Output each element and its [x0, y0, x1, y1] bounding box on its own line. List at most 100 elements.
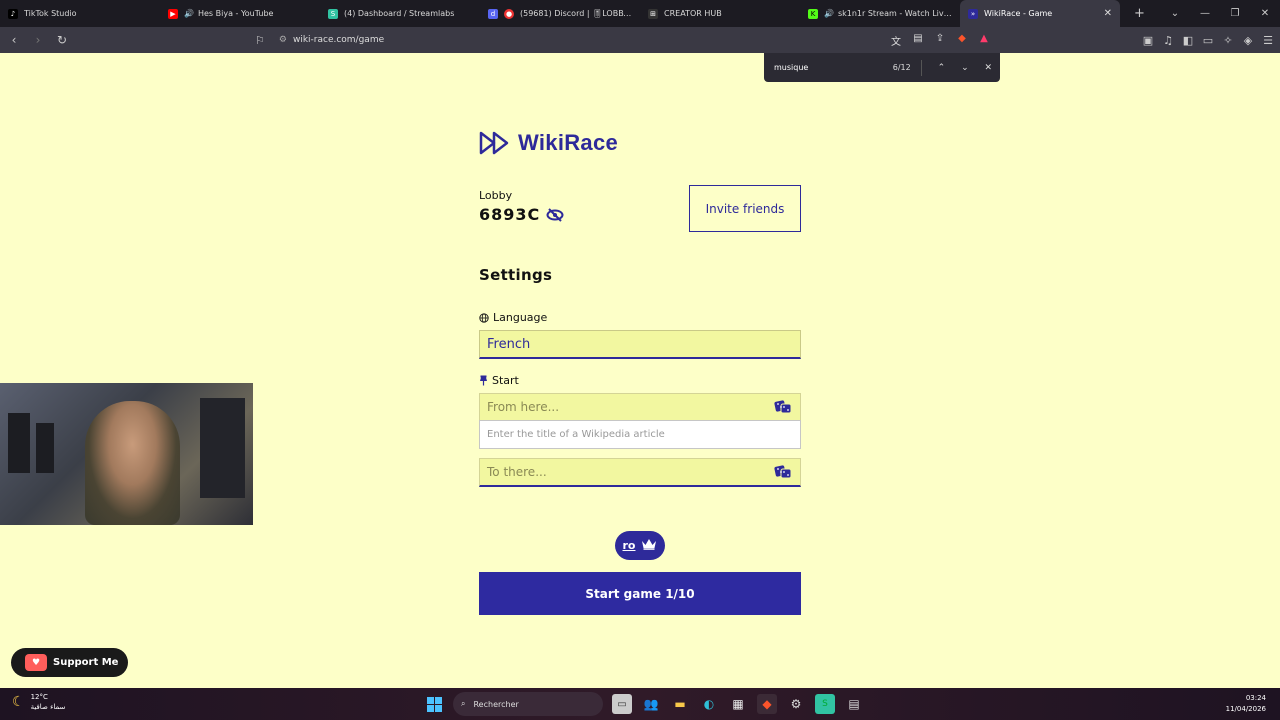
- streamer-video: [85, 401, 180, 525]
- kofi-cup-icon: ♥: [25, 654, 47, 671]
- support-me-button[interactable]: ♥ Support Me: [11, 648, 128, 677]
- reader-mode-icon[interactable]: ▤: [911, 33, 925, 48]
- task-view-icon[interactable]: ▭: [612, 694, 632, 714]
- share-icon[interactable]: ⇪: [933, 33, 947, 48]
- streamlabs-icon: S: [328, 8, 338, 19]
- creator-hub-icon: ⊞: [648, 8, 658, 19]
- close-tab-icon[interactable]: ✕: [1104, 8, 1112, 19]
- back-icon[interactable]: ‹: [4, 33, 24, 47]
- menu-icon[interactable]: ☰: [1262, 34, 1274, 47]
- player-badge[interactable]: ro: [615, 531, 665, 560]
- restore-icon[interactable]: ❐: [1220, 8, 1250, 19]
- tab-label: TikTok Studio: [24, 9, 77, 18]
- fast-forward-icon: [479, 131, 509, 155]
- url-text[interactable]: wiki-race.com/game: [293, 35, 384, 45]
- discord-icon: d: [488, 8, 498, 19]
- address-bar-icons: 文 ▤ ⇪ ◆ ▲: [889, 33, 991, 48]
- tab-wikirace[interactable]: » WikiRace - Game ✕: [960, 0, 1120, 27]
- webcam-background: [200, 398, 245, 498]
- start-label: Start: [492, 374, 519, 387]
- wikirace-logo[interactable]: WikiRace: [479, 130, 618, 156]
- browser-tab-strip: ♪ TikTok Studio ▶ 🔊 Hes Biya - YouTube S…: [0, 0, 1280, 27]
- tab-kick[interactable]: K 🔊 sk1n1r Stream - Watch Live on Ki: [800, 0, 960, 27]
- tab-list-icon[interactable]: ⌄: [1160, 8, 1190, 19]
- bookmark-icon[interactable]: ⚐: [255, 34, 265, 47]
- tab-label: Hes Biya - YouTube: [197, 9, 274, 18]
- search-label: Rechercher: [473, 699, 519, 709]
- forward-icon[interactable]: ›: [28, 33, 48, 47]
- language-select[interactable]: French: [479, 330, 801, 359]
- window-controls: ⌄ — ❐ ✕: [1160, 0, 1280, 27]
- tab-discord[interactable]: d ● (59681) Discord | 🎚LOBBY 2 | ": [480, 0, 640, 27]
- tab-label: (4) Dashboard / Streamlabs: [344, 9, 455, 18]
- support-label: Support Me: [53, 657, 119, 668]
- new-tab-button[interactable]: +: [1134, 6, 1145, 21]
- translate-icon[interactable]: 文: [889, 33, 903, 48]
- tab-label: sk1n1r Stream - Watch Live on Ki: [837, 9, 952, 18]
- brave-rewards-icon[interactable]: ▲: [977, 33, 991, 48]
- moon-icon: ☾: [12, 694, 25, 710]
- end-article-input[interactable]: To there...: [479, 458, 801, 487]
- tab-youtube[interactable]: ▶ 🔊 Hes Biya - YouTube: [160, 0, 320, 27]
- media-icon[interactable]: ♫: [1162, 34, 1174, 47]
- language-field-label: Language: [479, 311, 547, 324]
- minimize-icon[interactable]: —: [1190, 8, 1220, 19]
- start-article-input[interactable]: From here...: [479, 393, 801, 422]
- wallet-icon[interactable]: ▭: [1202, 34, 1214, 47]
- system-clock[interactable]: 03:24 11/04/2026: [1226, 693, 1266, 715]
- streamlabs-icon[interactable]: S: [815, 694, 835, 714]
- sidebar-icon[interactable]: ▣: [1142, 34, 1154, 47]
- webcam-background: [36, 423, 54, 473]
- tab-label: (59681) Discord | 🎚LOBBY 2 | ": [520, 9, 632, 18]
- brave-shields-icon[interactable]: ◆: [955, 33, 969, 48]
- file-explorer-icon[interactable]: ▬: [670, 694, 690, 714]
- audio-icon[interactable]: 🔊: [824, 9, 834, 18]
- find-previous-icon[interactable]: ⌃: [930, 63, 953, 73]
- autocomplete-hint: Enter the title of a Wikipedia article: [479, 420, 801, 449]
- taskbar-search[interactable]: ⌕ Rechercher: [453, 692, 603, 716]
- reload-icon[interactable]: ↻: [52, 33, 72, 47]
- store-icon[interactable]: ▦: [728, 694, 748, 714]
- weather-widget[interactable]: ☾ 12°C سماء صافية: [12, 692, 65, 712]
- random-dice-icon[interactable]: [774, 400, 792, 414]
- find-match-count: 6/12: [892, 63, 911, 72]
- clock-date: 11/04/2026: [1225, 705, 1266, 713]
- close-window-icon[interactable]: ✕: [1250, 8, 1280, 19]
- edge-icon[interactable]: ◐: [699, 694, 719, 714]
- wikirace-icon: »: [968, 8, 978, 19]
- address-bar[interactable]: ⚐ ⚙ wiki-race.com/game 文 ▤ ⇪ ◆ ▲: [255, 30, 997, 50]
- tab-tiktok-studio[interactable]: ♪ TikTok Studio: [0, 0, 160, 27]
- tab-creator-hub[interactable]: ⊞ CREATOR HUB: [640, 0, 800, 27]
- invite-friends-button[interactable]: Invite friends: [689, 185, 801, 232]
- browser-toolbar: ‹ › ↻ ⚐ ⚙ wiki-race.com/game 文 ▤ ⇪ ◆ ▲ ▣…: [0, 27, 1280, 53]
- lobby-code: 6893C: [479, 205, 541, 224]
- brave-icon[interactable]: ◆: [757, 694, 777, 714]
- site-info-icon[interactable]: ⚙: [279, 35, 287, 45]
- pin-icon: [479, 375, 488, 386]
- start-field-label: Start: [479, 374, 519, 387]
- settings-gear-icon[interactable]: ⚙: [786, 694, 806, 714]
- app-icon[interactable]: ▤: [844, 694, 864, 714]
- extensions-area: ▣ ♫ ◧ ▭ ✧ ◈ ☰: [1142, 34, 1274, 47]
- tab-streamlabs[interactable]: S (4) Dashboard / Streamlabs: [320, 0, 480, 27]
- eye-off-icon[interactable]: [546, 207, 564, 222]
- vpn-icon[interactable]: ◈: [1242, 34, 1254, 47]
- leo-ai-icon[interactable]: ✧: [1222, 34, 1234, 47]
- audio-icon[interactable]: 🔊: [184, 9, 194, 18]
- end-placeholder: To there...: [487, 465, 547, 479]
- random-dice-icon[interactable]: [774, 465, 792, 479]
- crown-icon: [641, 538, 657, 553]
- language-label: Language: [493, 311, 548, 324]
- settings-heading: Settings: [479, 266, 553, 284]
- find-next-icon[interactable]: ⌄: [953, 63, 976, 73]
- find-close-icon[interactable]: ✕: [977, 63, 1000, 73]
- lobby-code-row: 6893C: [479, 205, 564, 224]
- start-game-button[interactable]: Start game 1/10: [479, 572, 801, 615]
- webcam-overlay: [0, 383, 253, 525]
- player-name: ro: [622, 539, 636, 552]
- split-view-icon[interactable]: ◧: [1182, 34, 1194, 47]
- start-windows-icon[interactable]: [424, 694, 444, 714]
- lobby-label: Lobby: [479, 189, 513, 202]
- find-input[interactable]: musique: [774, 63, 881, 72]
- teams-icon[interactable]: 👥: [641, 694, 661, 714]
